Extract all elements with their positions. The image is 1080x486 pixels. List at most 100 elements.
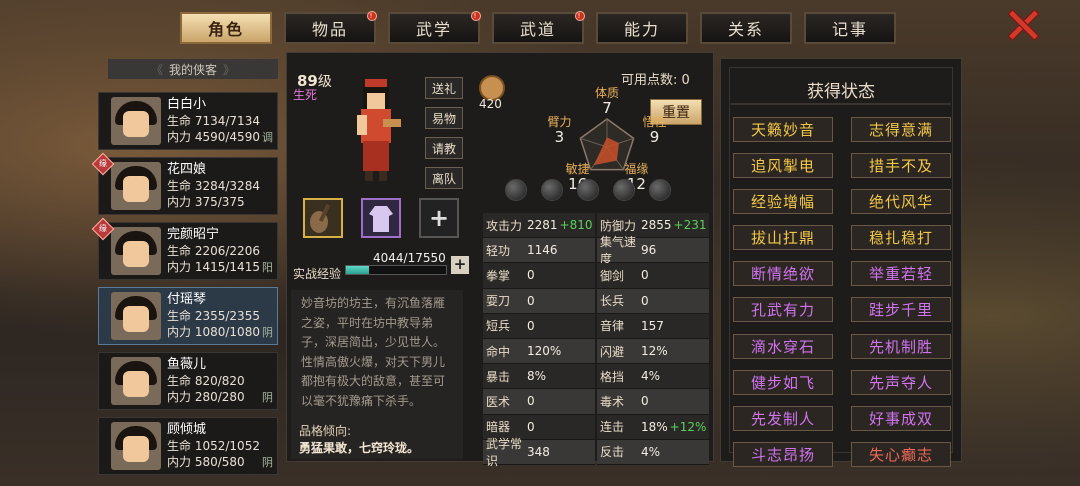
- status-button[interactable]: 经验增幅: [733, 189, 833, 215]
- tab-items[interactable]: 物品!: [284, 11, 377, 44]
- orb-slot[interactable]: [649, 179, 671, 201]
- hero-name: 完颜昭宁: [167, 227, 220, 242]
- stat-value: 18%: [641, 419, 668, 434]
- leave-party-button[interactable]: 离队: [425, 167, 463, 189]
- status-button[interactable]: 断情绝欲: [733, 261, 833, 287]
- hero-mp: 内力 280/280: [167, 389, 245, 405]
- hero-name: 白白小: [167, 97, 207, 112]
- status-button[interactable]: 措手不及: [851, 153, 951, 179]
- hp-label: 生命: [167, 439, 192, 453]
- hero-info: 花四娘 生命 3284/3284 内力 375/375: [167, 162, 260, 210]
- roster-hero-card[interactable]: 白白小 生命 7134/7134 内力 4590/4590 调: [98, 92, 278, 150]
- status-button[interactable]: 好事成双: [851, 405, 951, 431]
- hero-name: 鱼薇儿: [167, 357, 207, 372]
- stat-cell: 轻功 1146: [483, 238, 595, 264]
- add-accessory-slot[interactable]: +: [419, 198, 459, 238]
- orb-slot[interactable]: [505, 179, 527, 201]
- character-panel: 89级 生死 送礼 易物 请教 离队 + 实战经验 4044/17550 + 妙…: [286, 52, 714, 468]
- hero-mp: 内力 4590/4590: [167, 129, 260, 145]
- close-icon[interactable]: [1006, 8, 1038, 40]
- hero-tag: 阴: [262, 391, 273, 404]
- roster-hero-card[interactable]: 鱼薇儿 生命 820/820 内力 280/280 阴: [98, 352, 278, 410]
- tab-relations[interactable]: 关系: [700, 12, 792, 44]
- attribute-label: 悟性: [643, 114, 667, 129]
- notification-dot: !: [367, 11, 377, 21]
- stat-row: 短兵 0 音律 157: [483, 313, 711, 339]
- status-button[interactable]: 稳扎稳打: [851, 225, 951, 251]
- tab-abilities[interactable]: 能力: [596, 12, 688, 44]
- stat-label: 长兵: [600, 294, 625, 309]
- status-button[interactable]: 滴水穿石: [733, 333, 833, 359]
- stat-row: 轻功 1146 集气速度 96: [483, 235, 711, 266]
- stat-value: 0: [641, 293, 649, 308]
- stat-value: 0: [527, 419, 535, 434]
- trade-button[interactable]: 易物: [425, 107, 463, 129]
- stat-row: 武学常识 348 反击 4%: [483, 437, 711, 468]
- orb-slot[interactable]: [541, 179, 563, 201]
- robe-icon: [369, 206, 393, 232]
- stat-value: 4%: [641, 444, 661, 459]
- character-trait: 品格倾向: 勇猛果敢，七窍玲珑。: [291, 419, 463, 459]
- mp-value: 280/280: [194, 390, 245, 404]
- stat-label: 反击: [600, 445, 625, 460]
- status-button[interactable]: 先声夺人: [851, 369, 951, 395]
- stat-label: 毒术: [600, 394, 625, 409]
- status-button[interactable]: 跬步千里: [851, 297, 951, 323]
- roster-hero-card[interactable]: 完颜昭宁 生命 2206/2206 内力 1415/1415 阳缘: [91, 217, 278, 280]
- stat-label: 防御力: [600, 218, 637, 233]
- attribute-value: 7: [602, 99, 612, 117]
- status-button[interactable]: 先发制人: [733, 405, 833, 431]
- hp-label: 生命: [167, 114, 192, 128]
- hero-roster: 白白小 生命 7134/7134 内力 4590/4590 调花四娘 生命 3284/3…: [91, 92, 278, 482]
- stat-value: 2855: [641, 218, 672, 233]
- hero-mp: 内力 375/375: [167, 194, 260, 210]
- status-button[interactable]: 失心癫志: [851, 441, 951, 467]
- roster-hero-card[interactable]: 顾倾城 生命 1052/1052 内力 580/580 阴: [98, 417, 278, 475]
- status-button[interactable]: 拔山扛鼎: [733, 225, 833, 251]
- status-button[interactable]: 先机制胜: [851, 333, 951, 359]
- exp-label: 实战经验: [293, 267, 342, 281]
- hp-value: 7134/7134: [194, 114, 260, 128]
- tab-martial-arts[interactable]: 武学!: [388, 11, 481, 44]
- status-button[interactable]: 孔武有力: [733, 297, 833, 323]
- attribute-label: 体质: [595, 86, 619, 100]
- stat-cell: 攻击力 2281 +810: [483, 213, 595, 239]
- stat-value: 348: [527, 444, 550, 459]
- hero-info: 付瑶琴 生命 2355/2355 内力 1080/1080: [167, 292, 260, 340]
- status-button[interactable]: 追风掣电: [733, 153, 833, 179]
- stat-value: 0: [527, 394, 535, 409]
- status-button[interactable]: 举重若轻: [851, 261, 951, 287]
- orb-slot[interactable]: [613, 179, 635, 201]
- stat-cell: 集气速度 96: [597, 235, 709, 266]
- tab-martial-way[interactable]: 武道!: [492, 11, 585, 44]
- roster-hero-card[interactable]: 付瑶琴 生命 2355/2355 内力 1080/1080 阴: [98, 287, 278, 345]
- status-button[interactable]: 健步如飞: [733, 369, 833, 395]
- stat-label: 格挡: [600, 369, 625, 384]
- status-button[interactable]: 斗志昂扬: [733, 441, 833, 467]
- hero-hp: 生命 2355/2355: [167, 308, 260, 324]
- stat-cell: 短兵 0: [483, 313, 595, 339]
- stat-cell: 连击 18% +12%: [597, 414, 709, 440]
- hero-name: 付瑶琴: [167, 292, 207, 307]
- tab-character[interactable]: 角色: [180, 12, 272, 44]
- tab-journal[interactable]: 记事: [804, 12, 896, 44]
- mp-value: 1080/1080: [194, 325, 260, 339]
- orb-slot[interactable]: [577, 179, 599, 201]
- orb-slots: [505, 179, 671, 201]
- stat-row: 暴击 8% 格挡 4%: [483, 364, 711, 390]
- gift-button[interactable]: 送礼: [425, 77, 463, 99]
- weapon-slot[interactable]: [303, 198, 343, 238]
- plus-icon: +: [428, 204, 450, 232]
- add-exp-button[interactable]: +: [451, 256, 469, 274]
- status-button[interactable]: 天籁妙音: [733, 117, 833, 142]
- stat-value: 157: [641, 318, 664, 333]
- status-button[interactable]: 志得意满: [851, 117, 951, 142]
- consult-button[interactable]: 请教: [425, 137, 463, 159]
- stat-label: 轻功: [486, 243, 511, 258]
- stat-value: 2281: [527, 218, 558, 233]
- avatar: [111, 162, 161, 210]
- stat-cell: 命中 120%: [483, 338, 595, 365]
- status-button[interactable]: 绝代风华: [851, 189, 951, 215]
- roster-hero-card[interactable]: 花四娘 生命 3284/3284 内力 375/375 缘: [91, 152, 278, 215]
- armor-slot[interactable]: [361, 198, 401, 238]
